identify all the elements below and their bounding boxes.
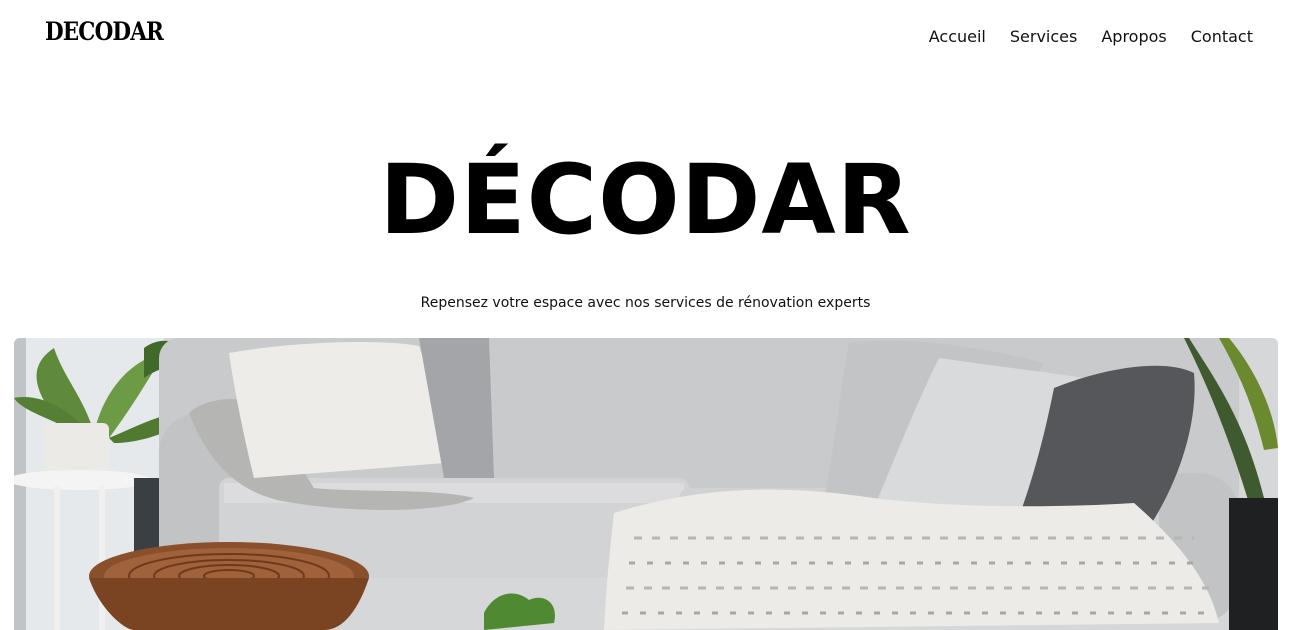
main-nav: Accueil Services Apropos Contact bbox=[929, 27, 1253, 46]
nav-link-apropos[interactable]: Apropos bbox=[1101, 27, 1166, 46]
site-header: DECODAR Accueil Services Apropos Contact bbox=[0, 0, 1291, 75]
site-logo[interactable]: DECODAR bbox=[45, 17, 164, 46]
pillow-white bbox=[229, 342, 444, 478]
hero-subtitle: Repensez votre espace avec nos services … bbox=[420, 295, 871, 311]
nav-link-services[interactable]: Services bbox=[1010, 27, 1077, 46]
hero-image bbox=[14, 338, 1278, 630]
living-room-illustration bbox=[14, 338, 1278, 630]
wooden-side-table bbox=[89, 542, 369, 630]
patterned-blanket bbox=[604, 489, 1219, 630]
nav-link-contact[interactable]: Contact bbox=[1191, 27, 1253, 46]
nav-link-accueil[interactable]: Accueil bbox=[929, 27, 986, 46]
hero-title: DÉCODAR bbox=[379, 144, 912, 256]
